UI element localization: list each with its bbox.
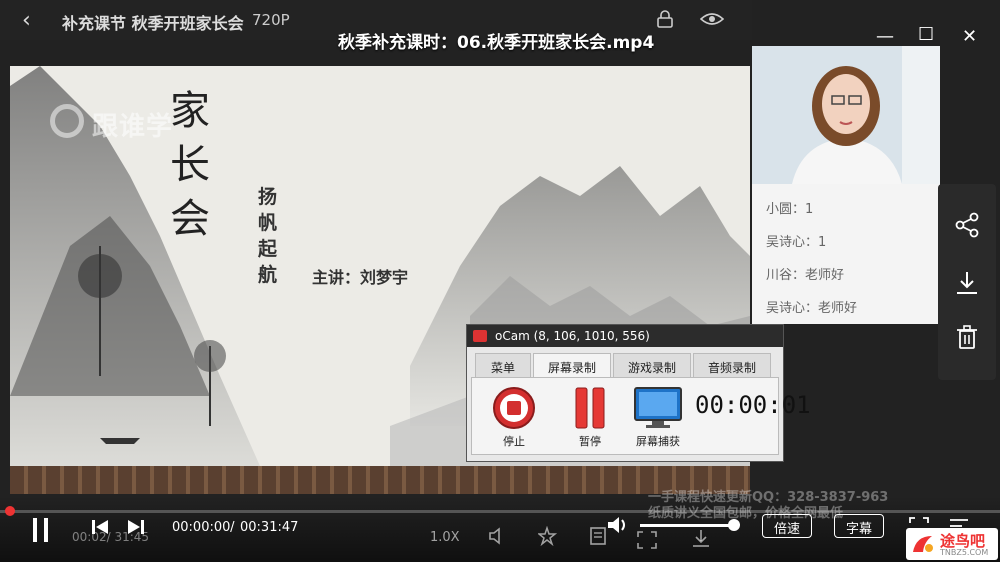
download-icon[interactable] [954,270,980,296]
current-time: 00:00:00 [172,520,231,535]
chat-message: 小圆：1 [766,202,814,217]
progress-bar[interactable] [0,510,1000,513]
star-plus-icon[interactable] [538,526,560,546]
share-icon[interactable] [954,212,980,238]
slide-fence-decoration [10,466,750,494]
volume-slider[interactable] [640,524,736,527]
slide-title: 家 长 会 [170,84,210,246]
slide-title-char: 家 [170,88,210,134]
ocam-tab-screen-record[interactable]: 屏幕录制 [533,353,611,377]
slide-subtitle-char: 航 [258,264,278,286]
slide-subtitle-char: 起 [258,238,278,260]
brand-domain: TNBZ5.COM [940,548,989,557]
slide-title-char: 长 [170,142,210,188]
video-player-window: ‹ 补充课节 秋季开班家长会 720P 秋季补充课时：06.秋季开班家长会.mp… [0,0,1000,562]
logo-mark-icon [50,104,84,138]
slide-subtitle-char: 扬 [258,186,278,208]
ocam-tab-game-record[interactable]: 游戏录制 [613,353,691,377]
slide-subtitle-char: 帆 [258,212,278,234]
ocam-title: oCam (8, 106, 1010, 556) [495,329,650,343]
brand-badge: 途鸟吧 TNBZ5.COM [906,528,998,560]
background-time: 00:02/ 31:45 [72,530,150,544]
speed-label[interactable]: 1.0X [430,530,460,545]
slide-title-char: 会 [170,196,210,242]
side-action-rail [938,184,996,380]
slide-speaker: 主讲：刘梦宇 [312,268,409,287]
maximize-icon[interactable]: ☐ [918,24,934,45]
window-title: 秋季补充课时：06.秋季开班家长会.mp4 [338,33,655,53]
ocam-pause-button[interactable]: 暂停 [560,386,620,449]
ocam-timer: 00:00:01 [695,391,811,419]
quality-label[interactable]: 720P [252,11,290,29]
ocam-app-icon [473,330,487,342]
minimize-icon[interactable]: — [876,26,894,47]
volume-icon[interactable] [488,526,508,546]
stop-icon [493,387,535,429]
chat-message: 川谷：老师好 [766,268,845,283]
eye-icon[interactable] [700,10,724,28]
lesson-title: 补充课节 秋季开班家长会 [62,14,244,33]
monitor-icon [634,387,682,428]
pause-icon [575,387,605,429]
trash-icon[interactable] [954,324,980,350]
ocam-capture-label: 屏幕捕获 [636,435,680,448]
teacher-webcam [752,46,940,184]
watermark-line-2: 纸质讲义全国包邮，价格全网最低 [648,506,844,521]
chat-message: 吴诗心：1 [766,235,827,250]
ocam-titlebar[interactable]: oCam (8, 106, 1010, 556) [467,325,783,347]
lock-icon[interactable] [656,10,674,28]
speaker-icon[interactable] [606,514,630,536]
ocam-stop-label: 停止 [503,435,525,448]
slide-subtitle: 扬 帆 起 航 [258,184,282,288]
time-separator: / [226,520,239,535]
ocam-tab-menu[interactable]: 菜单 [475,353,531,377]
fullscreen-small-icon[interactable] [636,530,658,550]
close-icon[interactable]: ✕ [962,26,977,47]
download-small-icon[interactable] [690,528,712,548]
ocam-stop-button[interactable]: 停止 [484,386,544,449]
logo-text: 跟谁学 [92,112,174,142]
chat-message: 吴诗心：老师好 [766,301,858,316]
ocam-pause-label: 暂停 [579,435,601,448]
teacher-portrait [752,46,940,184]
ocam-window: oCam (8, 106, 1010, 556) 菜单 屏幕录制 游戏录制 音频… [466,324,811,462]
chat-panel: 小圆：1 吴诗心：1 川谷：老师好 吴诗心：老师好 [752,184,940,324]
notes-icon[interactable] [588,526,608,546]
progress-handle[interactable] [5,506,15,516]
back-icon[interactable]: ‹ [22,8,31,33]
ocam-tab-audio-record[interactable]: 音频录制 [693,353,771,377]
play-pause-icon[interactable] [30,516,52,544]
brand-logo-icon [913,536,933,552]
total-time: 00:31:47 [240,520,299,535]
ocam-capture-button[interactable]: 屏幕捕获 [628,386,688,449]
